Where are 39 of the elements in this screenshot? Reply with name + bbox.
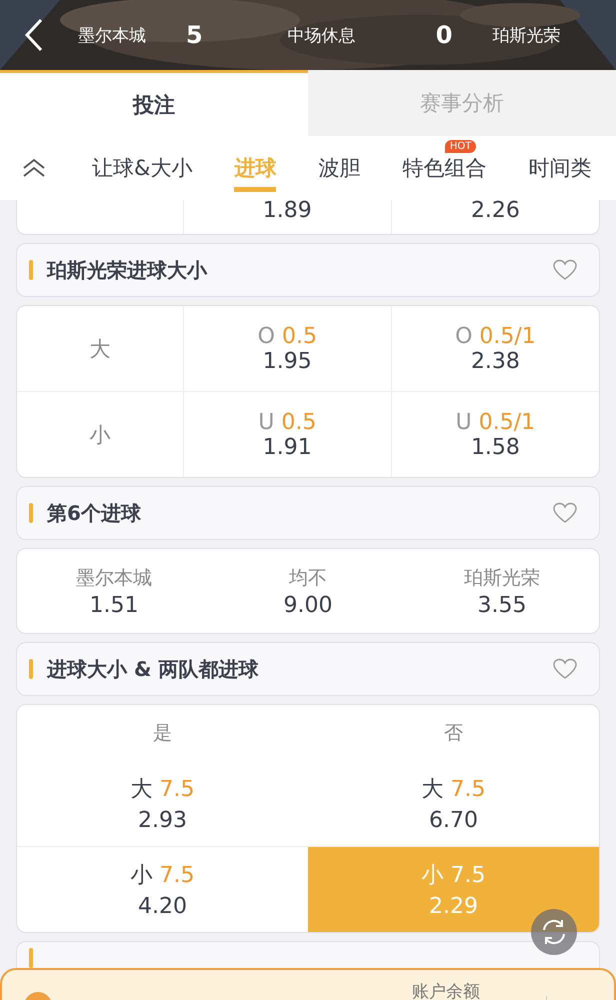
row-label: 小 — [89, 422, 110, 448]
column-label: 是 — [152, 721, 173, 746]
odds-option[interactable]: U 0.5/1 1.58 — [390, 392, 599, 477]
balance-label: 账户余额 — [412, 981, 480, 1000]
market-tab[interactable]: 时间类 — [528, 144, 592, 192]
collapse-icon[interactable] — [22, 158, 46, 178]
section-title: 第6个进球 — [47, 500, 142, 526]
match-status: 中场休息 — [288, 24, 356, 46]
section-title: 珀斯光荣进球大小 — [47, 256, 208, 284]
section-header[interactable] — [16, 941, 600, 968]
odds-value[interactable]: 1.89 — [262, 200, 312, 222]
home-score: 5 — [186, 21, 203, 49]
section-title: 进球大小 & 两队都进球 — [47, 656, 260, 682]
odds-option[interactable]: O 0.5 1.95 — [182, 306, 391, 391]
odds-option[interactable]: 大 7.5 2.93 — [17, 761, 308, 846]
odds-option[interactable]: O 0.5/1 2.38 — [390, 306, 599, 391]
section-header[interactable]: 珀斯光荣进球大小 — [16, 243, 600, 297]
section-header[interactable]: 进球大小 & 两队都进球 — [16, 642, 600, 696]
market-tab[interactable]: 波胆 — [318, 144, 360, 192]
odds-option[interactable]: 均不 9.00 — [211, 549, 405, 633]
hot-badge: HOT — [444, 140, 476, 153]
odds-option[interactable]: U 0.5 1.91 — [182, 392, 391, 477]
away-score: 0 — [436, 21, 452, 49]
odds-option[interactable]: 墨尔本城 1.51 — [17, 549, 211, 633]
home-team: 墨尔本城 — [78, 24, 146, 46]
favorite-icon[interactable] — [553, 502, 577, 524]
odds-value[interactable]: 2.26 — [470, 200, 520, 222]
section-header[interactable]: 第6个进球 — [16, 486, 600, 540]
away-team: 珀斯光荣 — [492, 24, 560, 46]
bet-slip-bar[interactable]: 账户余额 — [0, 968, 616, 1000]
row-label: 大 — [89, 336, 110, 362]
odds-option[interactable]: 珀斯光荣 3.55 — [405, 549, 599, 633]
column-label: 否 — [443, 721, 464, 746]
favorite-icon[interactable] — [553, 658, 577, 680]
favorite-icon[interactable] — [553, 259, 577, 281]
main-tab[interactable]: 投注 — [0, 70, 308, 136]
odds-option[interactable]: 大 7.5 6.70 — [308, 761, 599, 846]
market-tab[interactable]: 让球&大小 — [92, 144, 192, 192]
odds-option[interactable]: 小 7.5 4.20 — [17, 847, 308, 932]
